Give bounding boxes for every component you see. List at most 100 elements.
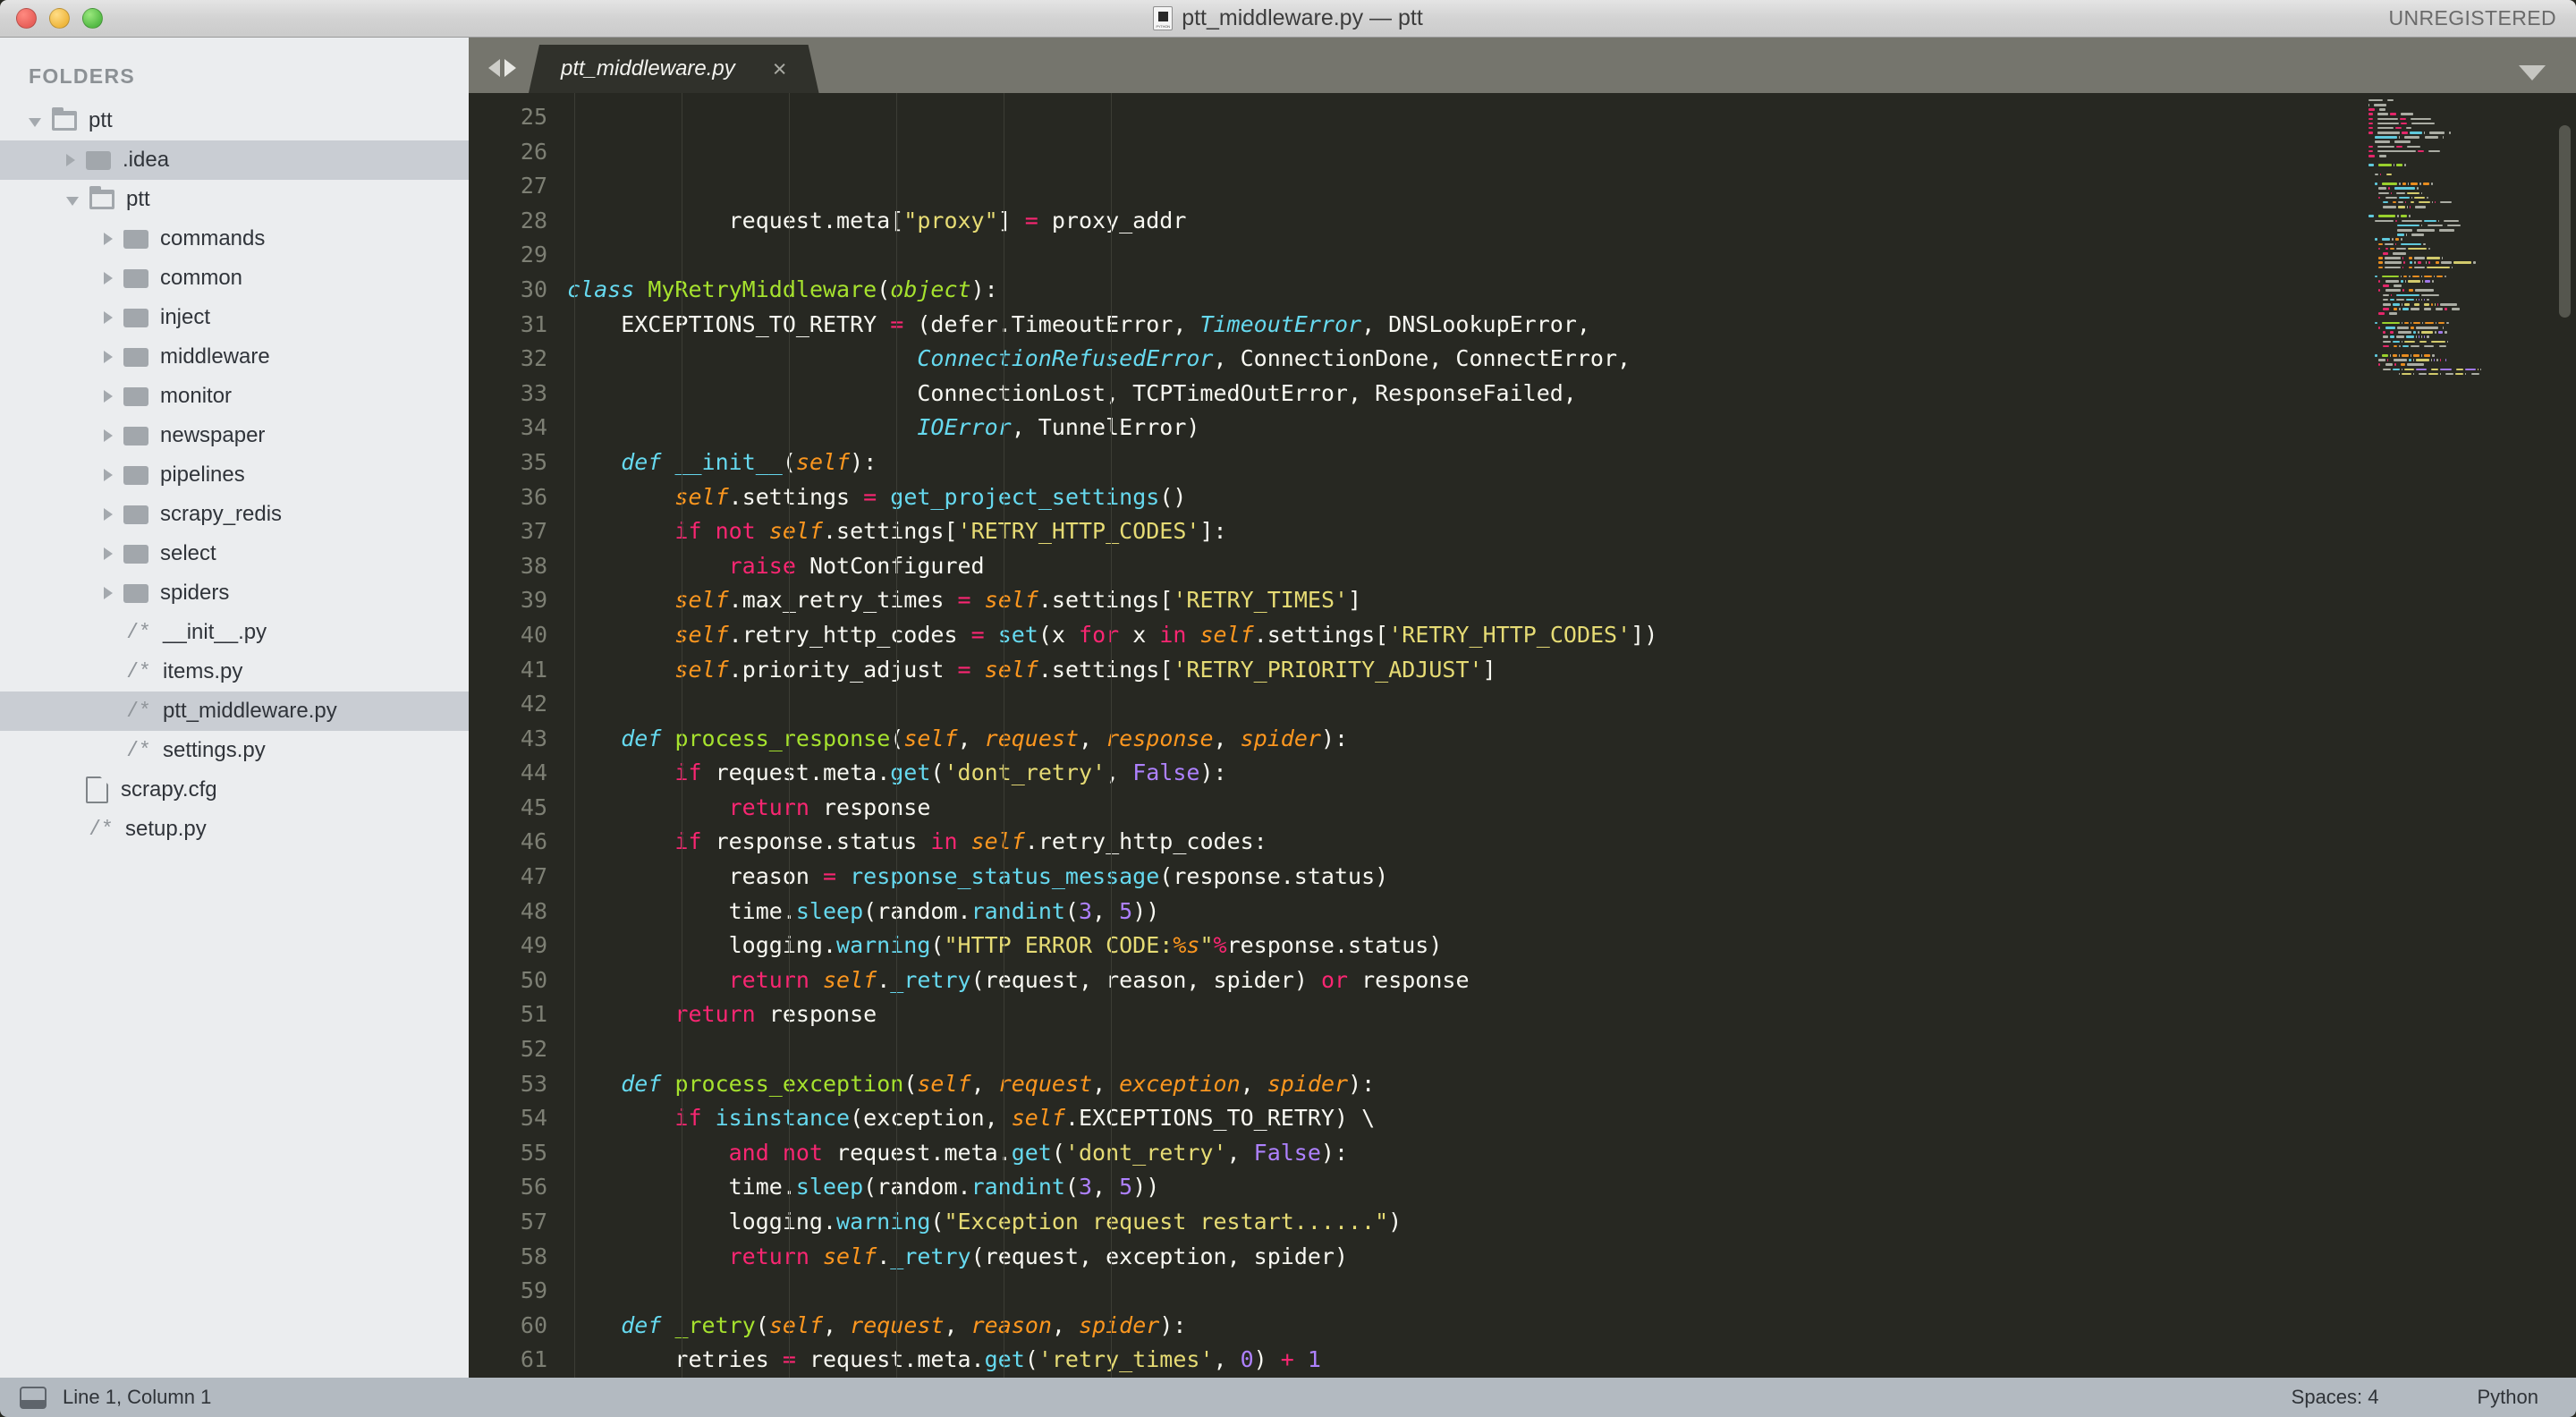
sidebar-file-tree[interactable]: FOLDERS ptt .idea ptt commands common inject m…	[0, 38, 469, 1378]
disclosure-closed-icon[interactable]	[104, 429, 113, 442]
disclosure-closed-icon[interactable]	[104, 508, 113, 521]
tree-item-select[interactable]: select	[0, 534, 469, 573]
code-line[interactable]: return response	[567, 997, 2361, 1032]
code-token: =	[782, 1346, 796, 1373]
disclosure-closed-icon[interactable]	[104, 390, 113, 403]
disclosure-closed-icon[interactable]	[104, 311, 113, 324]
code-line[interactable]: reason = response_status_message(respons…	[567, 860, 2361, 895]
code-line[interactable]	[567, 238, 2361, 273]
tree-item-inject[interactable]: inject	[0, 298, 469, 337]
indentation-status[interactable]: Spaces: 4	[2292, 1386, 2379, 1409]
window-title: ptt_middleware.py — ptt	[1182, 5, 1423, 30]
disclosure-closed-icon[interactable]	[104, 469, 113, 481]
disclosure-closed-icon[interactable]	[66, 154, 75, 166]
disclosure-closed-icon[interactable]	[104, 351, 113, 363]
code-line[interactable]: if not self.settings['RETRY_HTTP_CODES']…	[567, 514, 2361, 549]
tree-item-commands[interactable]: commands	[0, 219, 469, 259]
code-editor[interactable]: 25 26 27 28 29 30 31 32 33 34 35 36 37 38 39 40 41 42 43 44…	[469, 93, 2576, 1378]
code-line[interactable]: return self._retry(request, reason, spid…	[567, 963, 2361, 998]
tree-item-ptt-middleware-py[interactable]: /* ptt_middleware.py	[0, 692, 469, 731]
code-token: def	[621, 1311, 662, 1338]
code-token: 5	[1119, 1174, 1133, 1201]
tab-ptt-middleware[interactable]: ptt_middleware.py ×	[529, 45, 819, 93]
chevron-down-icon[interactable]	[2519, 65, 2546, 81]
syntax-mode-status[interactable]: Python	[2478, 1386, 2539, 1409]
code-line[interactable]: time.sleep(random.randint(3, 5))	[567, 1170, 2361, 1205]
close-icon[interactable]: ×	[773, 57, 787, 81]
toggle-panel-icon[interactable]	[20, 1386, 47, 1409]
disclosure-open-icon[interactable]	[29, 117, 41, 127]
code-token: time.	[567, 1174, 796, 1201]
code-line[interactable]: self.priority_adjust = self.settings['RE…	[567, 653, 2361, 688]
code-line[interactable]: ConnectionRefusedError, ConnectionDone, …	[567, 342, 2361, 377]
minimap-line	[2368, 173, 2551, 176]
arrow-left-icon[interactable]	[488, 59, 500, 77]
arrow-right-icon[interactable]	[504, 59, 516, 77]
code-content[interactable]: request.meta["proxy"] = proxy_addr class…	[567, 93, 2361, 1378]
code-minimap[interactable]	[2361, 93, 2576, 1378]
code-line[interactable]: ConnectionLost, TCPTimedOutError, Respon…	[567, 377, 2361, 412]
tree-item-monitor[interactable]: monitor	[0, 377, 469, 416]
code-line[interactable]: def process_exception(self, request, exc…	[567, 1067, 2361, 1102]
code-token: , DNSLookupError,	[1361, 310, 1590, 337]
code-line[interactable]: time.sleep(random.randint(3, 5))	[567, 895, 2361, 929]
code-line[interactable]: def __init__(self):	[567, 445, 2361, 480]
code-line[interactable]: return self._retry(request, exception, s…	[567, 1240, 2361, 1275]
code-token: 0	[1240, 1346, 1254, 1373]
folder-open-icon	[52, 107, 77, 131]
code-line[interactable]: def _retry(self, request, reason, spider…	[567, 1309, 2361, 1344]
tree-item--init-py[interactable]: /* __init__.py	[0, 613, 469, 652]
code-line[interactable]: raise NotConfigured	[567, 549, 2361, 584]
tree-item-spiders[interactable]: spiders	[0, 573, 469, 613]
code-line[interactable]	[567, 687, 2361, 722]
maximize-window-button[interactable]	[82, 8, 103, 29]
code-line[interactable]: self.max_retry_times = self.settings['RE…	[567, 583, 2361, 618]
code-token: response_status_message	[850, 863, 1160, 890]
tree-item-newspaper[interactable]: newspaper	[0, 416, 469, 455]
tree-item-setup-py[interactable]: /* setup.py	[0, 810, 469, 849]
code-line[interactable]: retries = request.meta.get('retry_times'…	[567, 1343, 2361, 1378]
disclosure-closed-icon[interactable]	[104, 272, 113, 284]
disclosure-open-icon[interactable]	[66, 196, 79, 206]
code-line[interactable]: self.retry_http_codes = set(x for x in s…	[567, 618, 2361, 653]
code-line[interactable]: self.settings = get_project_settings()	[567, 480, 2361, 515]
code-line[interactable]: if request.meta.get('dont_retry', False)…	[567, 756, 2361, 791]
code-line[interactable]: if isinstance(exception, self.EXCEPTIONS…	[567, 1101, 2361, 1136]
tree-item-pipelines[interactable]: pipelines	[0, 455, 469, 495]
code-line[interactable]: return response	[567, 791, 2361, 826]
code-token: ,	[1092, 1070, 1120, 1097]
minimize-window-button[interactable]	[49, 8, 70, 29]
tree-item-items-py[interactable]: /* items.py	[0, 652, 469, 692]
code-token: (	[1064, 897, 1079, 924]
close-window-button[interactable]	[16, 8, 37, 29]
tree-item-scrapy-cfg[interactable]: scrapy.cfg	[0, 770, 469, 810]
minimap-line	[2368, 289, 2551, 293]
disclosure-closed-icon[interactable]	[104, 547, 113, 560]
tab-navigation-arrows[interactable]	[469, 59, 529, 93]
minimap-viewport-scrollbar[interactable]	[2559, 125, 2571, 318]
disclosure-closed-icon[interactable]	[104, 233, 113, 245]
code-token: self	[795, 448, 851, 475]
code-line[interactable]: request.meta["proxy"] = proxy_addr	[567, 204, 2361, 239]
folder-tree-list[interactable]: ptt .idea ptt commands common inject middlewar…	[0, 101, 469, 849]
tree-item-settings-py[interactable]: /* settings.py	[0, 731, 469, 770]
tree-item-middleware[interactable]: middleware	[0, 337, 469, 377]
code-line[interactable]: if response.status in self.retry_http_co…	[567, 825, 2361, 860]
code-line[interactable]: and not request.meta.get('dont_retry', F…	[567, 1136, 2361, 1171]
code-line[interactable]	[567, 1274, 2361, 1309]
code-line[interactable]: logging.warning("HTTP ERROR CODE:%s"%res…	[567, 929, 2361, 963]
tree-item-ptt[interactable]: ptt	[0, 101, 469, 140]
disclosure-closed-icon[interactable]	[104, 587, 113, 599]
tree-item-scrapy-redis[interactable]: scrapy_redis	[0, 495, 469, 534]
code-line[interactable]: def process_response(self, request, resp…	[567, 722, 2361, 757]
code-line[interactable]: logging.warning("Exception request resta…	[567, 1205, 2361, 1240]
code-line[interactable]	[567, 1032, 2361, 1067]
code-token: self	[823, 1243, 877, 1269]
code-line[interactable]: IOError, TunnelError)	[567, 411, 2361, 445]
tree-item-ptt[interactable]: ptt	[0, 180, 469, 219]
code-line[interactable]: EXCEPTIONS_TO_RETRY = (defer.TimeoutErro…	[567, 308, 2361, 343]
tree-item-common[interactable]: common	[0, 259, 469, 298]
code-line[interactable]: class MyRetryMiddleware(object):	[567, 273, 2361, 308]
tree-item--idea[interactable]: .idea	[0, 140, 469, 180]
